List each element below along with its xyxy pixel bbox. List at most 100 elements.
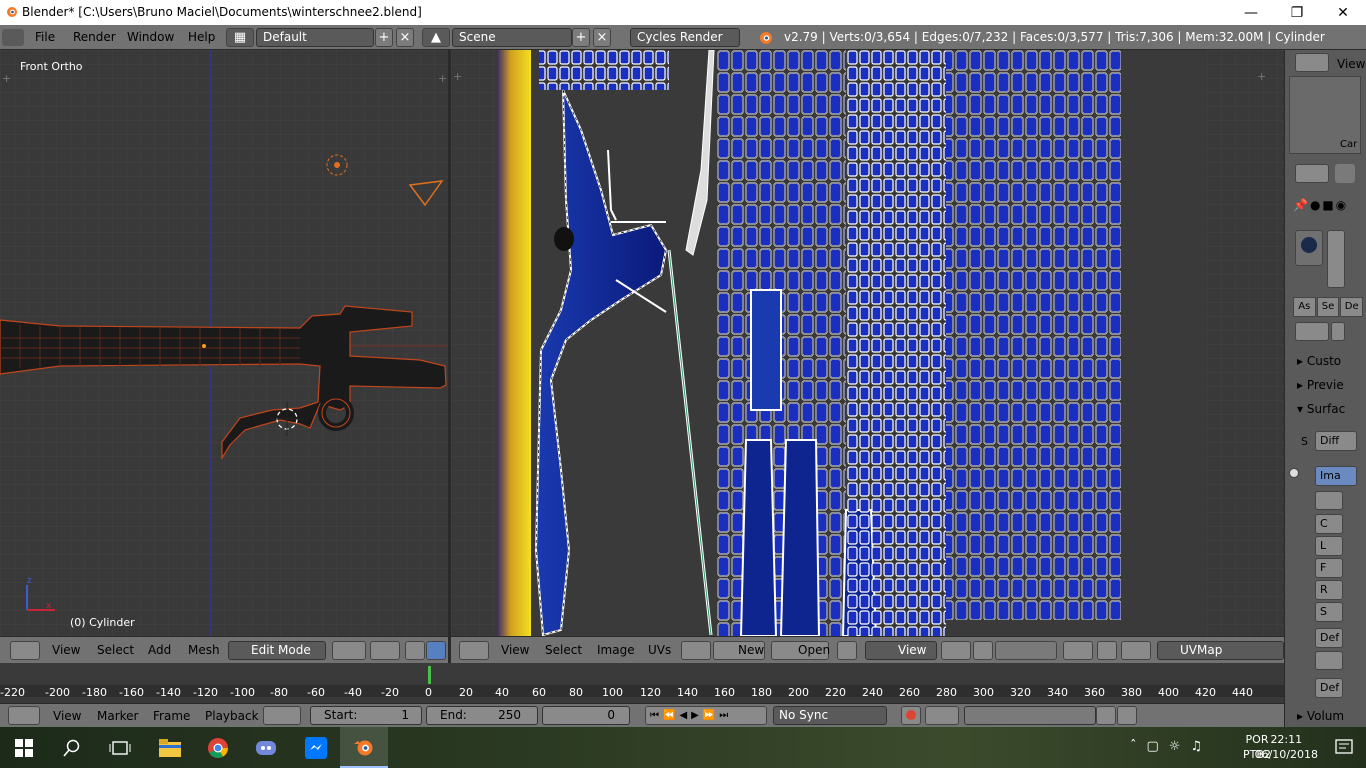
notification-icon[interactable] — [1334, 737, 1354, 757]
open-image-button[interactable]: Open — [771, 641, 830, 660]
render-tab-icon[interactable] — [1335, 164, 1355, 183]
keyframe-icon[interactable] — [263, 706, 301, 725]
uvmap-select[interactable]: UVMap — [1157, 641, 1284, 660]
material-browse-icon[interactable] — [1295, 322, 1329, 341]
menu-select[interactable]: Select — [97, 637, 134, 664]
color-space-select[interactable]: C — [1315, 514, 1343, 534]
translate-icon[interactable] — [426, 641, 446, 660]
start-frame-field[interactable]: Start: 1 — [310, 706, 422, 725]
start-button[interactable] — [0, 727, 48, 768]
current-frame-field[interactable]: 0 — [542, 706, 630, 725]
proportional-icon[interactable] — [1063, 641, 1093, 660]
camera-item[interactable]: Car — [1340, 139, 1357, 150]
vector-default-button[interactable]: Def — [1315, 628, 1343, 648]
select-mode-icons[interactable] — [995, 641, 1057, 660]
interpolation-select[interactable]: L — [1315, 536, 1343, 556]
menu-help[interactable]: Help — [188, 25, 215, 50]
menu-view[interactable]: View — [52, 637, 80, 664]
properties-type-icon[interactable] — [1295, 164, 1329, 183]
system-tray-icons[interactable]: ˆ▢☼♫ — [1130, 739, 1230, 755]
image-browse-icon[interactable] — [1315, 491, 1343, 510]
close-window-button[interactable]: ✕ — [1320, 0, 1366, 25]
new-image-button[interactable]: New — [713, 641, 765, 660]
panel-volume[interactable]: ▸ Volum — [1297, 709, 1344, 723]
playback-controls[interactable]: ⏮⏪◀▶⏩⏭ — [645, 706, 767, 725]
blender-taskbar-button[interactable] — [340, 727, 388, 768]
render-engine-select[interactable]: Cycles Render — [630, 28, 740, 47]
outliner-view-label[interactable]: View — [1337, 57, 1365, 71]
image-browse-icon[interactable] — [681, 641, 711, 660]
snap-icon[interactable] — [1097, 641, 1117, 660]
menu-file[interactable]: File — [35, 25, 55, 50]
discord-button[interactable] — [242, 727, 290, 768]
add-layout-button[interactable]: + — [375, 28, 393, 47]
current-frame-marker[interactable] — [428, 666, 431, 684]
editor-type-icon[interactable] — [459, 641, 489, 660]
outliner-mini[interactable]: Car — [1289, 76, 1361, 154]
material-preview[interactable] — [1295, 230, 1323, 266]
tab-select[interactable]: Se — [1316, 297, 1340, 317]
record-icon[interactable] — [901, 706, 921, 725]
projection-select[interactable]: F — [1315, 558, 1343, 578]
sync-mode-select[interactable]: No Sync — [773, 706, 887, 725]
panel-custom-properties[interactable]: ▸ Custo — [1297, 354, 1341, 368]
editor-type-icon[interactable] — [1295, 53, 1329, 72]
search-button[interactable] — [48, 727, 96, 768]
image-texture-button[interactable]: Ima — [1315, 466, 1357, 486]
menu-view[interactable]: View — [53, 704, 81, 728]
pivot-icon[interactable] — [370, 641, 400, 660]
sync-select-icon[interactable] — [973, 641, 993, 660]
displacement-default-button[interactable]: Def — [1315, 678, 1343, 698]
chrome-button[interactable] — [194, 727, 242, 768]
restore-button[interactable]: ❐ — [1274, 0, 1320, 25]
task-view-button[interactable] — [96, 727, 144, 768]
source-select[interactable]: S — [1315, 602, 1343, 622]
keying-set-icon[interactable] — [925, 706, 959, 725]
snap-target-icon[interactable] — [1121, 641, 1151, 660]
uv-image-editor[interactable]: + + — [451, 50, 1284, 636]
editor-type-icon[interactable] — [10, 641, 40, 660]
file-explorer-button[interactable] — [146, 727, 194, 768]
tab-deselect[interactable]: De — [1340, 297, 1364, 317]
extension-select[interactable]: R — [1315, 580, 1343, 600]
manipulator-icon[interactable] — [405, 641, 425, 660]
messenger-button[interactable] — [292, 727, 340, 768]
toggle-icon[interactable] — [1315, 651, 1343, 670]
menu-add[interactable]: Add — [148, 637, 171, 664]
delete-keyframe-icon[interactable] — [1117, 706, 1137, 725]
scene-icon[interactable]: ▲ — [422, 28, 450, 47]
menu-render[interactable]: Render — [73, 25, 116, 50]
mode-select[interactable]: Edit Mode — [228, 641, 326, 660]
pin-icon[interactable] — [837, 641, 857, 660]
3d-viewport[interactable]: z x + + Front Ortho (0) Cylinder — [0, 50, 448, 636]
menu-mesh[interactable]: Mesh — [188, 637, 220, 664]
view-mode-select[interactable]: View — [865, 641, 937, 660]
tab-assign[interactable]: As — [1293, 297, 1316, 317]
menu-playback[interactable]: Playback — [205, 704, 259, 728]
menu-uvs[interactable]: UVs — [648, 637, 671, 664]
menu-image[interactable]: Image — [597, 637, 635, 664]
screen-layout-icon[interactable]: ▦ — [226, 28, 254, 47]
remove-layout-button[interactable]: × — [396, 28, 414, 47]
layout-field[interactable]: Default — [256, 28, 374, 47]
menu-select[interactable]: Select — [545, 637, 582, 664]
material-slot-buttons[interactable] — [1327, 230, 1345, 288]
editor-type-icon[interactable] — [2, 29, 24, 46]
menu-view[interactable]: View — [501, 637, 529, 664]
editor-type-icon[interactable] — [8, 706, 40, 725]
minimize-button[interactable]: — — [1228, 0, 1274, 25]
end-frame-field[interactable]: End: 250 — [426, 706, 538, 725]
clock[interactable]: 22:11 06/10/2018 — [1255, 732, 1318, 762]
insert-keyframe-icon[interactable] — [1096, 706, 1116, 725]
add-scene-button[interactable]: + — [572, 28, 590, 47]
menu-frame[interactable]: Frame — [153, 704, 190, 728]
menu-window[interactable]: Window — [127, 25, 174, 50]
remove-scene-button[interactable]: × — [593, 28, 611, 47]
surface-shader-button[interactable]: Diff — [1315, 431, 1357, 451]
material-unlink-icon[interactable] — [1331, 322, 1345, 341]
collapse-icon[interactable] — [1289, 468, 1299, 478]
context-tab-icons[interactable]: 📌●■◉ — [1293, 198, 1363, 212]
shading-icon[interactable] — [332, 641, 366, 660]
panel-surface[interactable]: ▾ Surfac — [1297, 402, 1345, 416]
menu-marker[interactable]: Marker — [97, 704, 138, 728]
